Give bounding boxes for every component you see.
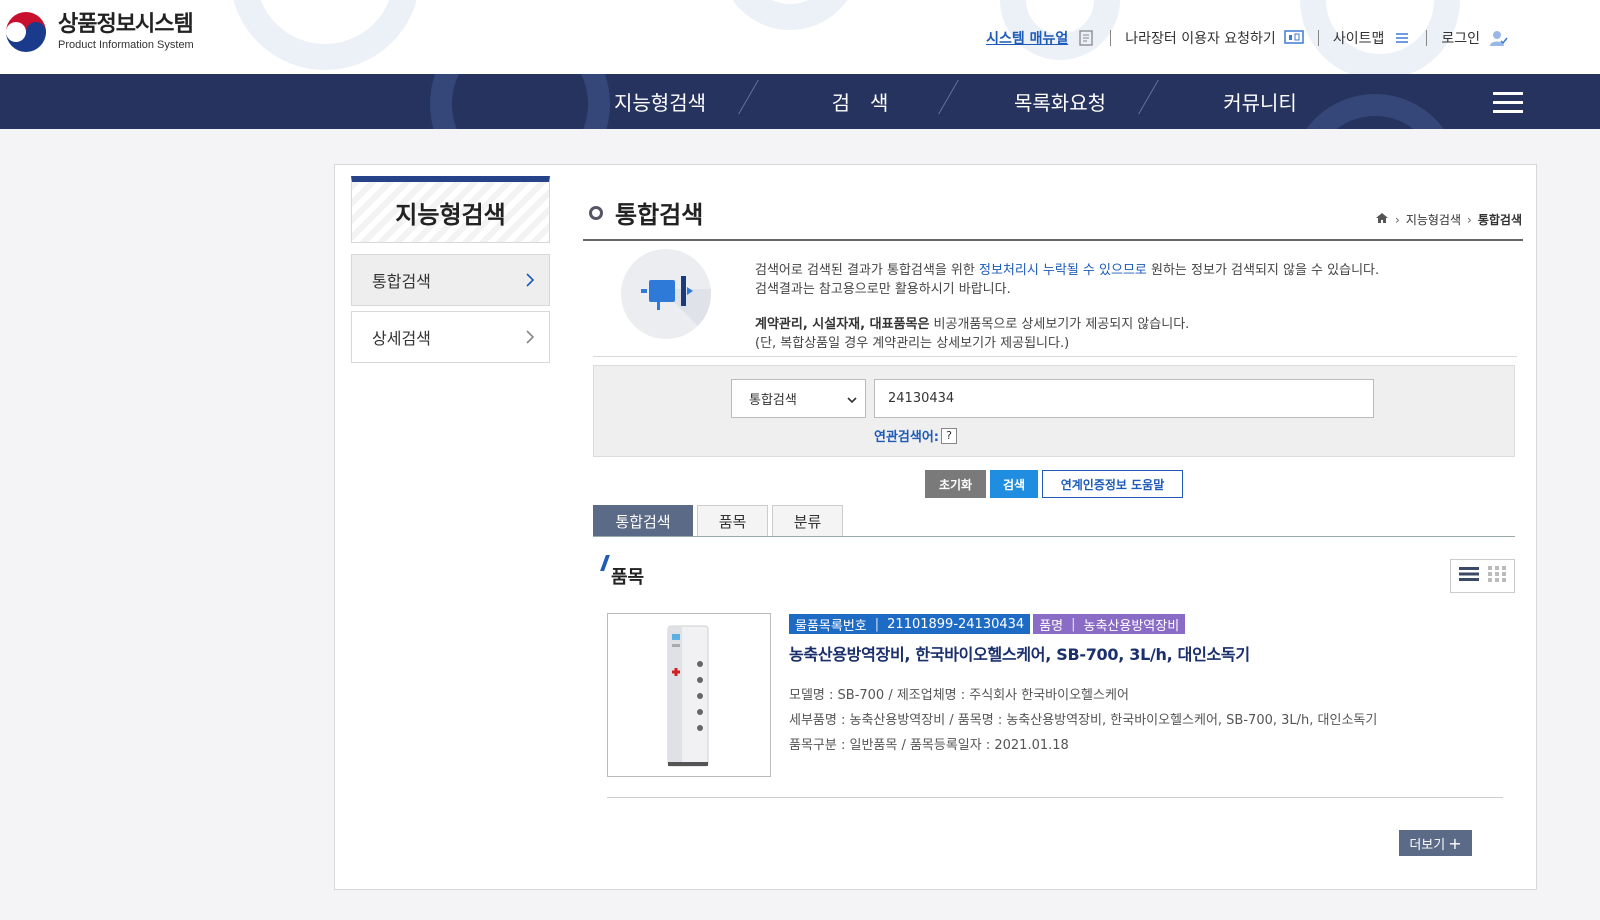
tab-item[interactable]: 품목 bbox=[697, 505, 768, 536]
nav-catalog-request[interactable]: 목록화요청 bbox=[960, 87, 1160, 116]
related-keywords: 연관검색어: ? bbox=[874, 426, 957, 445]
product-name-value: 농축산용방역장비 bbox=[1083, 618, 1180, 634]
title-divider bbox=[583, 239, 1523, 241]
notice-text: 검색어로 검색된 결과가 통합검색을 위한 정보처리시 누락될 수 있으므로 원… bbox=[755, 261, 1379, 353]
top-bar: 상품정보시스템 Product Information System 시스템 매… bbox=[0, 0, 1600, 74]
page-title: 통합검색 bbox=[589, 195, 703, 230]
catalog-number-badge: 물품목록번호 | 21101899-24130434 bbox=[789, 614, 1031, 634]
sitemap-label: 사이트맵 bbox=[1332, 31, 1385, 47]
login-label: 로그인 bbox=[1441, 31, 1480, 47]
main-navigation: 지능형검색 검 색 목록화요청 커뮤니티 bbox=[0, 74, 1600, 129]
product-name-badge: 품명 | 농축산용방역장비 bbox=[1033, 614, 1186, 634]
more-button-label: 더보기 bbox=[1409, 837, 1446, 853]
logo-subtitle: Product Information System bbox=[58, 39, 194, 51]
monitor-icon bbox=[1284, 28, 1304, 48]
chevron-right-icon bbox=[525, 272, 535, 288]
related-keywords-label: 연관검색어: bbox=[874, 430, 939, 445]
search-type-select[interactable]: 통합검색 bbox=[731, 379, 866, 418]
cert-info-help-button[interactable]: 연계인증정보 도움말 bbox=[1042, 470, 1183, 498]
list-item[interactable]: 물품목록번호 | 21101899-24130434 품명 | 농축산용방역장비… bbox=[607, 613, 1503, 798]
help-question-icon[interactable]: ? bbox=[941, 427, 957, 444]
lnb-title: 지능형검색 bbox=[351, 176, 550, 243]
item-meta-model: 모델명 : SB-700 / 제조업체명 : 주식회사 한국바이오헬스케어 bbox=[789, 688, 1129, 703]
site-logo[interactable]: 상품정보시스템 Product Information System bbox=[2, 8, 194, 56]
search-buttons: 초기화 검색 연계인증정보 도움말 bbox=[925, 470, 1187, 498]
search-type-value: 통합검색 bbox=[749, 393, 797, 408]
chevron-right-icon: › bbox=[1467, 212, 1472, 227]
search-panel: 통합검색 연관검색어: ? bbox=[593, 365, 1515, 457]
utility-menu: 시스템 매뉴얼 나라장터 이용자 요청하기 사이트맵 로그인 bbox=[986, 28, 1508, 48]
tab-integrated[interactable]: 통합검색 bbox=[593, 505, 693, 536]
notice-line1-highlight: 정보처리시 누락될 수 있으므로 bbox=[978, 263, 1147, 278]
result-tabs: 통합검색 품목 분류 bbox=[593, 505, 1515, 537]
notice-line2: 검색결과는 참고용으로만 활용하시기 바랍니다. bbox=[755, 282, 1011, 297]
document-icon bbox=[1076, 28, 1096, 48]
decor-circle bbox=[230, 0, 420, 70]
divider bbox=[1426, 30, 1428, 46]
notice-line3-bold: 계약관리, 시설자재, 대표품목은 bbox=[755, 317, 930, 332]
list-view-icon[interactable] bbox=[1458, 565, 1480, 587]
notice-line1-text-end: 원하는 정보가 검색되지 않을 수 있습니다. bbox=[1146, 263, 1380, 278]
notice-line1-text: 검색어로 검색된 결과가 통합검색을 위한 bbox=[755, 263, 979, 278]
product-image[interactable] bbox=[607, 613, 771, 777]
catalog-number-value: 21101899-24130434 bbox=[887, 616, 1025, 632]
search-button[interactable]: 검색 bbox=[990, 470, 1038, 498]
chevron-right-icon bbox=[525, 329, 535, 345]
nav-intelligent-search[interactable]: 지능형검색 bbox=[560, 87, 760, 116]
grid-view-icon[interactable] bbox=[1487, 565, 1507, 587]
logo-title: 상품정보시스템 bbox=[58, 12, 194, 37]
list-icon bbox=[1392, 28, 1412, 48]
hamburger-menu-icon[interactable] bbox=[1493, 92, 1523, 114]
item-meta-class: 품목구분 : 일반품목 / 품목등록일자 : 2021.01.18 bbox=[789, 738, 1069, 753]
search-notice: 검색어로 검색된 결과가 통합검색을 위한 정보처리시 누락될 수 있으므로 원… bbox=[593, 249, 1517, 357]
item-tags: 물품목록번호 | 21101899-24130434 품명 | 농축산용방역장비 bbox=[789, 614, 1188, 634]
home-icon[interactable] bbox=[1375, 212, 1389, 227]
system-manual-label: 시스템 매뉴얼 bbox=[986, 31, 1069, 47]
user-request-label: 나라장터 이용자 요청하기 bbox=[1125, 31, 1276, 47]
breadcrumb-item[interactable]: 지능형검색 bbox=[1406, 211, 1461, 228]
tab-category[interactable]: 분류 bbox=[772, 505, 843, 536]
reset-button[interactable]: 초기화 bbox=[925, 470, 986, 498]
divider bbox=[1110, 30, 1112, 46]
lnb-item-integrated-search[interactable]: 통합검색 bbox=[351, 254, 550, 306]
content-container: 지능형검색 통합검색 상세검색 통합검색 › 지능형검색 › 통합검색 검색어로… bbox=[334, 164, 1537, 890]
more-button[interactable]: 더보기 + bbox=[1399, 830, 1472, 856]
item-meta-detail: 세부품명 : 농축산용방역장비 / 품목명 : 농축산용방역장비, 한국바이오헬… bbox=[789, 713, 1378, 728]
notice-line3-text: 비공개품목으로 상세보기가 제공되지 않습니다. bbox=[929, 317, 1190, 332]
catalog-number-label: 물품목록번호 bbox=[795, 618, 867, 634]
chevron-right-icon: › bbox=[1395, 212, 1400, 227]
decor-circle bbox=[720, 0, 860, 30]
search-input[interactable] bbox=[874, 379, 1374, 418]
megaphone-icon bbox=[621, 249, 711, 339]
title-bullet-icon bbox=[589, 205, 603, 220]
item-meta: 모델명 : SB-700 / 제조업체명 : 주식회사 한국바이오헬스케어 세부… bbox=[789, 683, 1377, 758]
chevron-down-icon bbox=[847, 394, 857, 404]
user-request-link[interactable]: 나라장터 이용자 요청하기 bbox=[1125, 28, 1304, 48]
view-toggle bbox=[1450, 559, 1515, 593]
divider bbox=[1317, 30, 1319, 46]
notice-line4: (단, 복합상품일 경우 계약관리는 상세보기가 제공됩니다.) bbox=[755, 336, 1070, 351]
lnb-item-label: 상세검색 bbox=[372, 329, 431, 348]
nav-community[interactable]: 커뮤니티 bbox=[1160, 87, 1360, 116]
lnb-item-detail-search[interactable]: 상세검색 bbox=[351, 311, 550, 363]
login-link[interactable]: 로그인 bbox=[1441, 28, 1508, 48]
breadcrumb: › 지능형검색 › 통합검색 bbox=[1375, 211, 1522, 228]
breadcrumb-current: 통합검색 bbox=[1477, 213, 1522, 227]
plus-icon: + bbox=[1448, 833, 1462, 853]
emblem-icon bbox=[2, 8, 50, 56]
sitemap-link[interactable]: 사이트맵 bbox=[1333, 28, 1413, 48]
system-manual-link[interactable]: 시스템 매뉴얼 bbox=[986, 28, 1096, 48]
page-title-text: 통합검색 bbox=[615, 201, 704, 229]
lnb-item-label: 통합검색 bbox=[372, 272, 431, 291]
product-name-label: 품명 bbox=[1039, 618, 1064, 634]
item-title-link[interactable]: 농축산용방역장비, 한국바이오헬스케어, SB-700, 3L/h, 대인소독기 bbox=[789, 641, 1250, 665]
section-title: 품목 bbox=[611, 567, 645, 588]
nav-search[interactable]: 검 색 bbox=[760, 87, 960, 116]
user-icon bbox=[1488, 28, 1508, 48]
